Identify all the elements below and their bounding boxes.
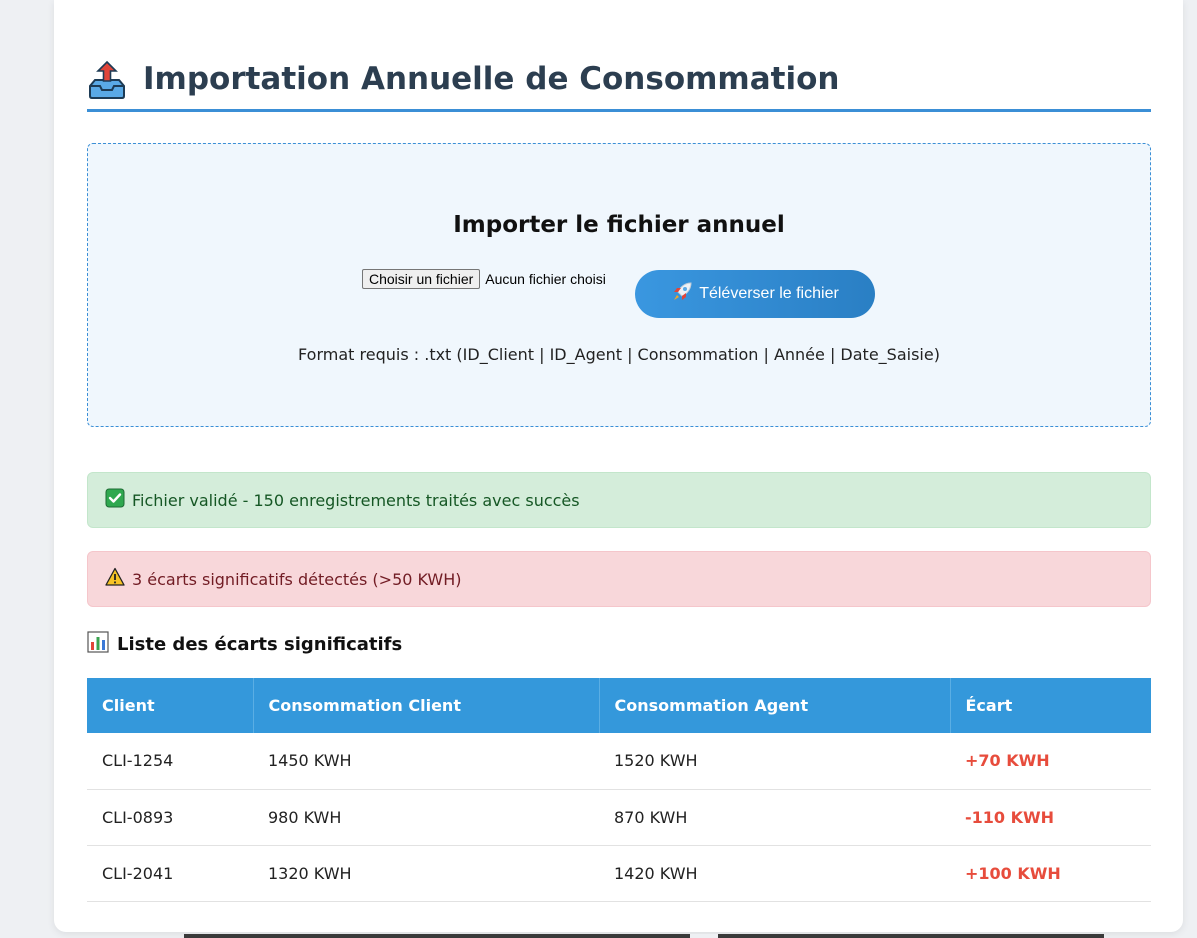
warning-alert-text: 3 écarts significatifs détectés (>50 KWH… xyxy=(132,569,462,589)
diff-table: Client Consommation Client Consommation … xyxy=(87,678,1151,902)
cell-client: CLI-1254 xyxy=(87,733,253,790)
upload-submit-label: Téléverser le fichier xyxy=(699,285,839,302)
file-status-label: Aucun fichier choisi xyxy=(485,271,606,287)
page-title: Importation Annuelle de Consommation xyxy=(143,61,840,97)
rocket-icon xyxy=(671,281,699,308)
table-header-row: Client Consommation Client Consommation … xyxy=(87,678,1151,733)
format-hint: Format requis : .txt (ID_Client | ID_Age… xyxy=(298,345,940,364)
cell-conso-agent: 1520 KWH xyxy=(599,733,950,790)
cell-ecart: +100 KWH xyxy=(950,845,1151,902)
column-header-ecart: Écart xyxy=(950,678,1151,733)
outbox-tray-icon xyxy=(87,58,127,102)
table-row: CLI-2041 1320 KWH 1420 KWH +100 KWH xyxy=(87,845,1151,902)
diff-section-title: Liste des écarts significatifs xyxy=(87,631,402,658)
choose-file-button[interactable]: Choisir un fichier xyxy=(362,269,481,289)
cell-conso-client: 1450 KWH xyxy=(253,733,599,790)
cell-client: CLI-0893 xyxy=(87,789,253,846)
success-alert-text: Fichier validé - 150 enregistrements tra… xyxy=(132,490,580,510)
upload-submit-button[interactable]: Téléverser le fichier xyxy=(635,270,875,318)
table-row: CLI-1254 1450 KWH 1520 KWH +70 KWH xyxy=(87,733,1151,790)
cell-conso-agent: 870 KWH xyxy=(599,789,950,846)
page-header: Importation Annuelle de Consommation xyxy=(87,56,1151,112)
upload-heading: Importer le fichier annuel xyxy=(453,212,785,238)
cell-ecart: -110 KWH xyxy=(950,789,1151,846)
column-header-conso-client: Consommation Client xyxy=(253,678,600,733)
upload-dropzone[interactable]: Importer le fichier annuel Choisir un fi… xyxy=(87,143,1151,427)
window-bottom-edge xyxy=(184,934,1104,938)
cell-conso-agent: 1420 KWH xyxy=(599,845,950,902)
cell-conso-client: 980 KWH xyxy=(253,789,599,846)
warning-alert: 3 écarts significatifs détectés (>50 KWH… xyxy=(87,551,1151,607)
check-mark-icon xyxy=(105,488,132,512)
bar-chart-icon xyxy=(87,631,117,658)
diff-section-label: Liste des écarts significatifs xyxy=(117,634,403,655)
file-input[interactable]: Choisir un fichier Aucun fichier choisi xyxy=(362,269,606,289)
column-header-client: Client xyxy=(87,678,254,733)
main-card: Importation Annuelle de Consommation Imp… xyxy=(54,0,1183,932)
cell-ecart: +70 KWH xyxy=(950,733,1151,790)
success-alert: Fichier validé - 150 enregistrements tra… xyxy=(87,472,1151,528)
cell-client: CLI-2041 xyxy=(87,845,253,902)
warning-icon xyxy=(105,567,132,591)
cell-conso-client: 1320 KWH xyxy=(253,845,599,902)
table-row: CLI-0893 980 KWH 870 KWH -110 KWH xyxy=(87,789,1151,846)
window-bottom-gap xyxy=(690,934,718,938)
column-header-conso-agent: Consommation Agent xyxy=(599,678,951,733)
